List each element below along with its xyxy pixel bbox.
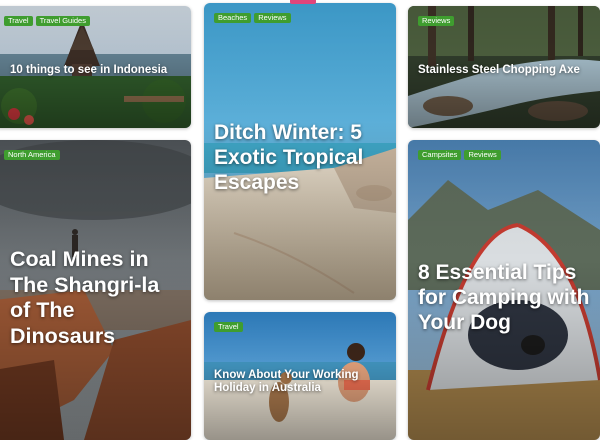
post-card-camping-dog[interactable]: Campsites Reviews 8 Essential Tips for C… (408, 140, 600, 440)
post-title[interactable]: Coal Mines in The Shangri-la of The Dino… (10, 247, 185, 349)
tag-list: Travel Travel Guides (4, 16, 90, 26)
post-title[interactable]: Know About Your Working Holiday in Austr… (214, 369, 364, 395)
post-card-chopping-axe[interactable]: Reviews Stainless Steel Chopping Axe (408, 6, 600, 128)
post-card-ditch-winter[interactable]: Beaches Reviews Ditch Winter: 5 Exotic T… (204, 3, 396, 300)
category-tag[interactable]: Reviews (254, 13, 291, 23)
category-tag[interactable]: Reviews (464, 150, 501, 160)
category-tag[interactable]: Travel (4, 16, 33, 26)
post-card-working-holiday[interactable]: Travel Know About Your Working Holiday i… (204, 312, 396, 440)
category-tag[interactable]: Beaches (214, 13, 252, 23)
category-tag[interactable]: North America (4, 150, 60, 160)
post-title[interactable]: 10 things to see in Indonesia (10, 64, 190, 77)
tag-list: Travel (214, 322, 243, 332)
post-title[interactable]: Stainless Steel Chopping Axe (418, 64, 598, 77)
category-tag[interactable]: Reviews (418, 16, 455, 26)
tag-list: Beaches Reviews (214, 13, 291, 23)
tag-list: Campsites Reviews (418, 150, 501, 160)
tag-list: Reviews (418, 16, 455, 26)
post-title[interactable]: Ditch Winter: 5 Exotic Tropical Escapes (214, 120, 384, 195)
post-card-coal-mines[interactable]: North America Coal Mines in The Shangri-… (0, 140, 191, 440)
active-indicator (290, 0, 316, 4)
post-title[interactable]: 8 Essential Tips for Camping with Your D… (418, 260, 598, 335)
post-card-indonesia[interactable]: Travel Travel Guides 10 things to see in… (0, 6, 191, 128)
category-tag[interactable]: Travel Guides (35, 16, 90, 26)
category-tag[interactable]: Campsites (418, 150, 462, 160)
category-tag[interactable]: Travel (214, 322, 243, 332)
tag-list: North America (4, 150, 60, 160)
